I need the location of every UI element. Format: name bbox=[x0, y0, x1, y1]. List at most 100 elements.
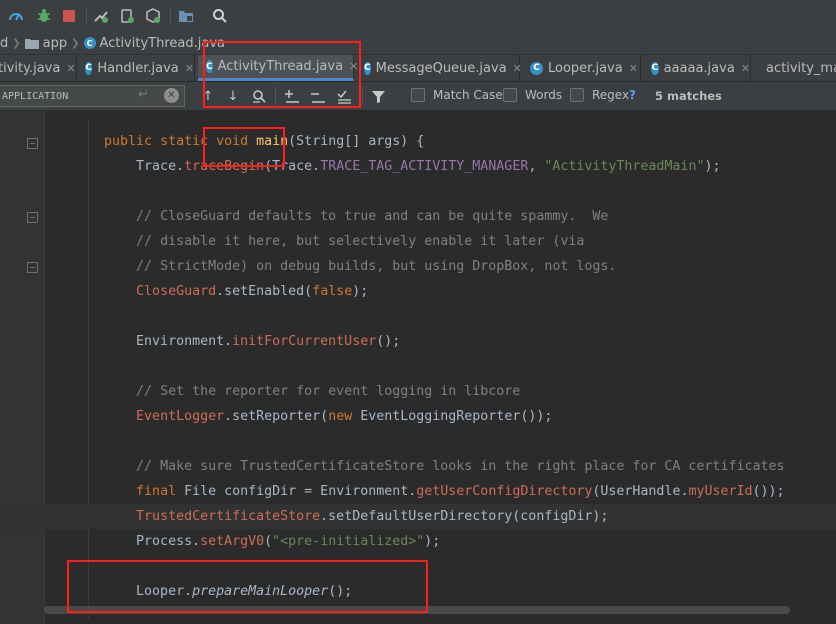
code-line[interactable]: Trace.traceBegin(Trace.TRACE_TAG_ACTIVIT… bbox=[0, 154, 836, 179]
code-token: TrustedCertificateStore bbox=[136, 509, 321, 524]
tab-activity-main[interactable]: activity_ma bbox=[753, 55, 836, 81]
tab-label: MessageQueue.java bbox=[375, 60, 507, 76]
code-line-text: // disable it here, but selectively enab… bbox=[72, 229, 584, 254]
previous-occurrence-icon[interactable]: ↑ bbox=[198, 86, 218, 106]
code-token: setArgV0 bbox=[200, 534, 265, 549]
code-token: , bbox=[528, 159, 545, 174]
close-icon[interactable]: ✕ bbox=[629, 62, 638, 75]
regex-label: Regex bbox=[592, 88, 630, 102]
code-line[interactable]: final File configDir = Environment.getUs… bbox=[0, 479, 836, 504]
main-toolbar bbox=[0, 0, 836, 33]
filter-icon[interactable] bbox=[368, 86, 388, 106]
words-checkbox[interactable]: Words bbox=[503, 88, 562, 102]
regex-checkbox[interactable]: Regex bbox=[570, 88, 629, 102]
close-icon[interactable]: ✕ bbox=[66, 62, 75, 75]
find-all-icon[interactable] bbox=[249, 86, 269, 106]
code-line-text: // Make sure TrustedCertificateStore loo… bbox=[72, 454, 784, 479]
code-line[interactable] bbox=[0, 429, 836, 454]
code-line-text: EventLogger.setReporter(new EventLogging… bbox=[72, 404, 552, 429]
remove-occurrence-icon[interactable] bbox=[308, 86, 328, 106]
code-token: false bbox=[312, 284, 353, 299]
stop-icon[interactable] bbox=[59, 6, 79, 26]
attach-debugger-icon[interactable] bbox=[91, 6, 111, 26]
breadcrumb-separator-icon: ❯ bbox=[12, 37, 21, 49]
code-line[interactable]: Process.setArgV0("<pre-initialized>"); bbox=[0, 529, 836, 554]
tab-activitythread[interactable]: C ActivityThread.java ✕ bbox=[198, 55, 358, 81]
toolbar-separator bbox=[170, 7, 171, 25]
next-occurrence-icon[interactable]: ↓ bbox=[223, 86, 243, 106]
breadcrumb-item-app[interactable]: app bbox=[24, 36, 67, 51]
close-icon[interactable]: ✕ bbox=[513, 62, 522, 75]
select-all-occurrences-icon[interactable] bbox=[334, 86, 354, 106]
editor-tab-bar: tivity.java ✕ C Handler.java ✕ C Activit… bbox=[0, 55, 836, 82]
code-token: .setReporter( bbox=[224, 409, 329, 424]
tab-activity[interactable]: tivity.java ✕ bbox=[0, 55, 77, 81]
code-line[interactable] bbox=[0, 304, 836, 329]
tab-messagequeue[interactable]: C MessageQueue.java ✕ bbox=[356, 55, 522, 81]
close-icon[interactable]: ✕ bbox=[741, 62, 750, 75]
enter-icon: ↵ bbox=[138, 87, 149, 102]
project-structure-icon[interactable] bbox=[176, 6, 196, 26]
code-line-text: Process.setArgV0("<pre-initialized>"); bbox=[72, 529, 440, 554]
code-line[interactable]: // StrictMode) on debug builds, but usin… bbox=[0, 254, 836, 279]
checkbox-box bbox=[503, 88, 517, 102]
tab-handler[interactable]: C Handler.java ✕ bbox=[77, 55, 195, 81]
code-line[interactable]: public static void main(String[] args) { bbox=[0, 129, 836, 154]
words-label: Words bbox=[525, 88, 563, 102]
code-line[interactable] bbox=[0, 179, 836, 204]
code-line[interactable]: // CloseGuard defaults to true and can b… bbox=[0, 204, 836, 229]
code-line[interactable]: EventLogger.setReporter(new EventLogging… bbox=[0, 404, 836, 429]
toolbar-separator bbox=[86, 7, 87, 25]
code-line[interactable]: TrustedCertificateStore.setDefaultUserDi… bbox=[0, 504, 836, 529]
tab-looper[interactable]: C Looper.java ✕ bbox=[522, 55, 641, 81]
breadcrumb-item-file[interactable]: C ActivityThread.java bbox=[83, 36, 225, 51]
regex-help-link[interactable]: ? bbox=[629, 88, 636, 102]
breadcrumb-separator-icon: ❯ bbox=[71, 37, 80, 49]
sdk-manager-icon[interactable] bbox=[143, 6, 163, 26]
code-token: (Trace. bbox=[264, 159, 321, 174]
code-line[interactable]: Looper.prepareMainLooper(); bbox=[0, 579, 836, 604]
debug-bug-icon[interactable] bbox=[34, 6, 54, 26]
tab-label: ActivityThread.java bbox=[217, 59, 344, 74]
search-icon[interactable] bbox=[210, 6, 230, 26]
tab-label: Looper.java bbox=[548, 60, 623, 76]
code-line[interactable]: CloseGuard.setEnabled(false); bbox=[0, 279, 836, 304]
code-token: "<pre-initialized>" bbox=[272, 534, 425, 549]
code-line-text: CloseGuard.setEnabled(false); bbox=[72, 279, 368, 304]
find-input-box: ↵ ✕ bbox=[0, 85, 185, 107]
code-line[interactable]: // Make sure TrustedCertificateStore loo… bbox=[0, 454, 836, 479]
code-line-text: // Set the reporter for event logging in… bbox=[72, 379, 520, 404]
code-token: ()); bbox=[752, 484, 785, 499]
code-line[interactable] bbox=[0, 354, 836, 379]
code-token: main bbox=[256, 134, 289, 149]
code-line[interactable] bbox=[0, 554, 836, 579]
horizontal-scrollbar[interactable] bbox=[44, 606, 790, 614]
code-editor[interactable]: − − − public static void main(String[] a… bbox=[0, 111, 836, 624]
breadcrumb: d ❯ app ❯ C ActivityThread.java bbox=[0, 32, 836, 55]
code-line[interactable]: Environment.initForCurrentUser(); bbox=[0, 329, 836, 354]
tab-aaaaa[interactable]: C aaaaa.java ✕ bbox=[643, 55, 751, 81]
breadcrumb-item-module[interactable]: d bbox=[0, 36, 8, 51]
add-occurrence-icon[interactable] bbox=[282, 86, 302, 106]
code-token: getUserConfigDirectory bbox=[416, 484, 593, 499]
code-token: ( bbox=[264, 534, 273, 549]
close-icon[interactable]: ✕ bbox=[185, 62, 194, 75]
gauge-icon[interactable] bbox=[6, 6, 26, 26]
code-token: initForCurrentUser bbox=[232, 334, 377, 349]
match-case-checkbox[interactable]: Match Case bbox=[411, 88, 503, 102]
java-class-icon: C bbox=[651, 61, 659, 75]
find-input[interactable] bbox=[0, 86, 132, 106]
clear-search-icon[interactable]: ✕ bbox=[164, 88, 179, 103]
code-token: CloseGuard bbox=[136, 284, 217, 299]
match-case-label: Match Case bbox=[433, 88, 503, 102]
code-line[interactable]: // Set the reporter for event logging in… bbox=[0, 379, 836, 404]
avd-manager-icon[interactable] bbox=[117, 6, 137, 26]
code-token: prepareMainLooper bbox=[192, 584, 329, 599]
code-line[interactable]: // disable it here, but selectively enab… bbox=[0, 229, 836, 254]
